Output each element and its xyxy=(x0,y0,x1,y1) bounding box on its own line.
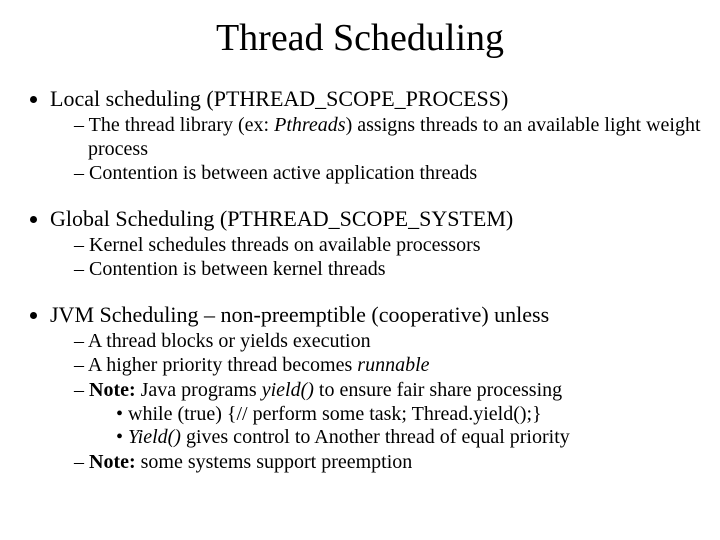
sub-item: Contention is between active application… xyxy=(74,162,702,186)
italic-text: yield() xyxy=(262,379,319,401)
sub-sub-item: Yield() gives control to Another thread … xyxy=(116,426,702,450)
text: Kernel schedules threads on available pr… xyxy=(89,234,481,256)
bullet-text: Global Scheduling (PTHREAD_SCOPE_SYSTEM) xyxy=(50,206,513,231)
sub-item: A thread blocks or yields execution xyxy=(74,330,702,354)
sub-item: A higher priority thread becomes runnabl… xyxy=(74,354,702,378)
italic-text: Yield() xyxy=(128,426,181,448)
sub-list: Kernel schedules threads on available pr… xyxy=(74,234,702,282)
sub-item: Contention is between kernel threads xyxy=(74,258,702,282)
slide: Thread Scheduling Local scheduling (PTHR… xyxy=(0,0,720,540)
bullet-global-scheduling: Global Scheduling (PTHREAD_SCOPE_SYSTEM)… xyxy=(50,206,702,282)
bullet-local-scheduling: Local scheduling (PTHREAD_SCOPE_PROCESS)… xyxy=(50,86,702,186)
text: some systems support preemption xyxy=(141,451,413,473)
bullet-text: Local scheduling (PTHREAD_SCOPE_PROCESS) xyxy=(50,86,508,111)
bold-text: Note: xyxy=(89,379,141,401)
text: Java programs xyxy=(141,379,262,401)
slide-title: Thread Scheduling xyxy=(18,16,702,60)
text: to ensure fair share processing xyxy=(319,379,562,401)
sub-sub-list: while (true) {// perform some task; Thre… xyxy=(116,403,702,450)
text: gives control to Another thread of equal… xyxy=(181,426,570,448)
bullet-list: Local scheduling (PTHREAD_SCOPE_PROCESS)… xyxy=(30,86,702,474)
sub-item: Note: some systems support preemption xyxy=(74,451,702,475)
text: A higher priority thread becomes xyxy=(88,354,357,376)
italic-text: runnable xyxy=(357,354,429,376)
text: A thread blocks or yields execution xyxy=(88,330,371,352)
bold-text: Note: xyxy=(89,451,141,473)
bullet-text: JVM Scheduling – non-preemptible (cooper… xyxy=(50,302,549,327)
sub-list: The thread library (ex: Pthreads) assign… xyxy=(74,114,702,186)
sub-sub-item: while (true) {// perform some task; Thre… xyxy=(116,403,702,427)
bullet-jvm-scheduling: JVM Scheduling – non-preemptible (cooper… xyxy=(50,302,702,475)
text: The thread library (ex: xyxy=(89,114,274,136)
text: while (true) {// perform some task; Thre… xyxy=(128,403,542,425)
text: Contention is between kernel threads xyxy=(89,258,386,280)
italic-text: Pthreads xyxy=(274,114,345,136)
sub-item: The thread library (ex: Pthreads) assign… xyxy=(74,114,702,161)
text: Contention is between active application… xyxy=(89,162,477,184)
sub-item: Kernel schedules threads on available pr… xyxy=(74,234,702,258)
sub-list: A thread blocks or yields execution A hi… xyxy=(74,330,702,475)
sub-item: Note: Java programs yield() to ensure fa… xyxy=(74,379,702,450)
